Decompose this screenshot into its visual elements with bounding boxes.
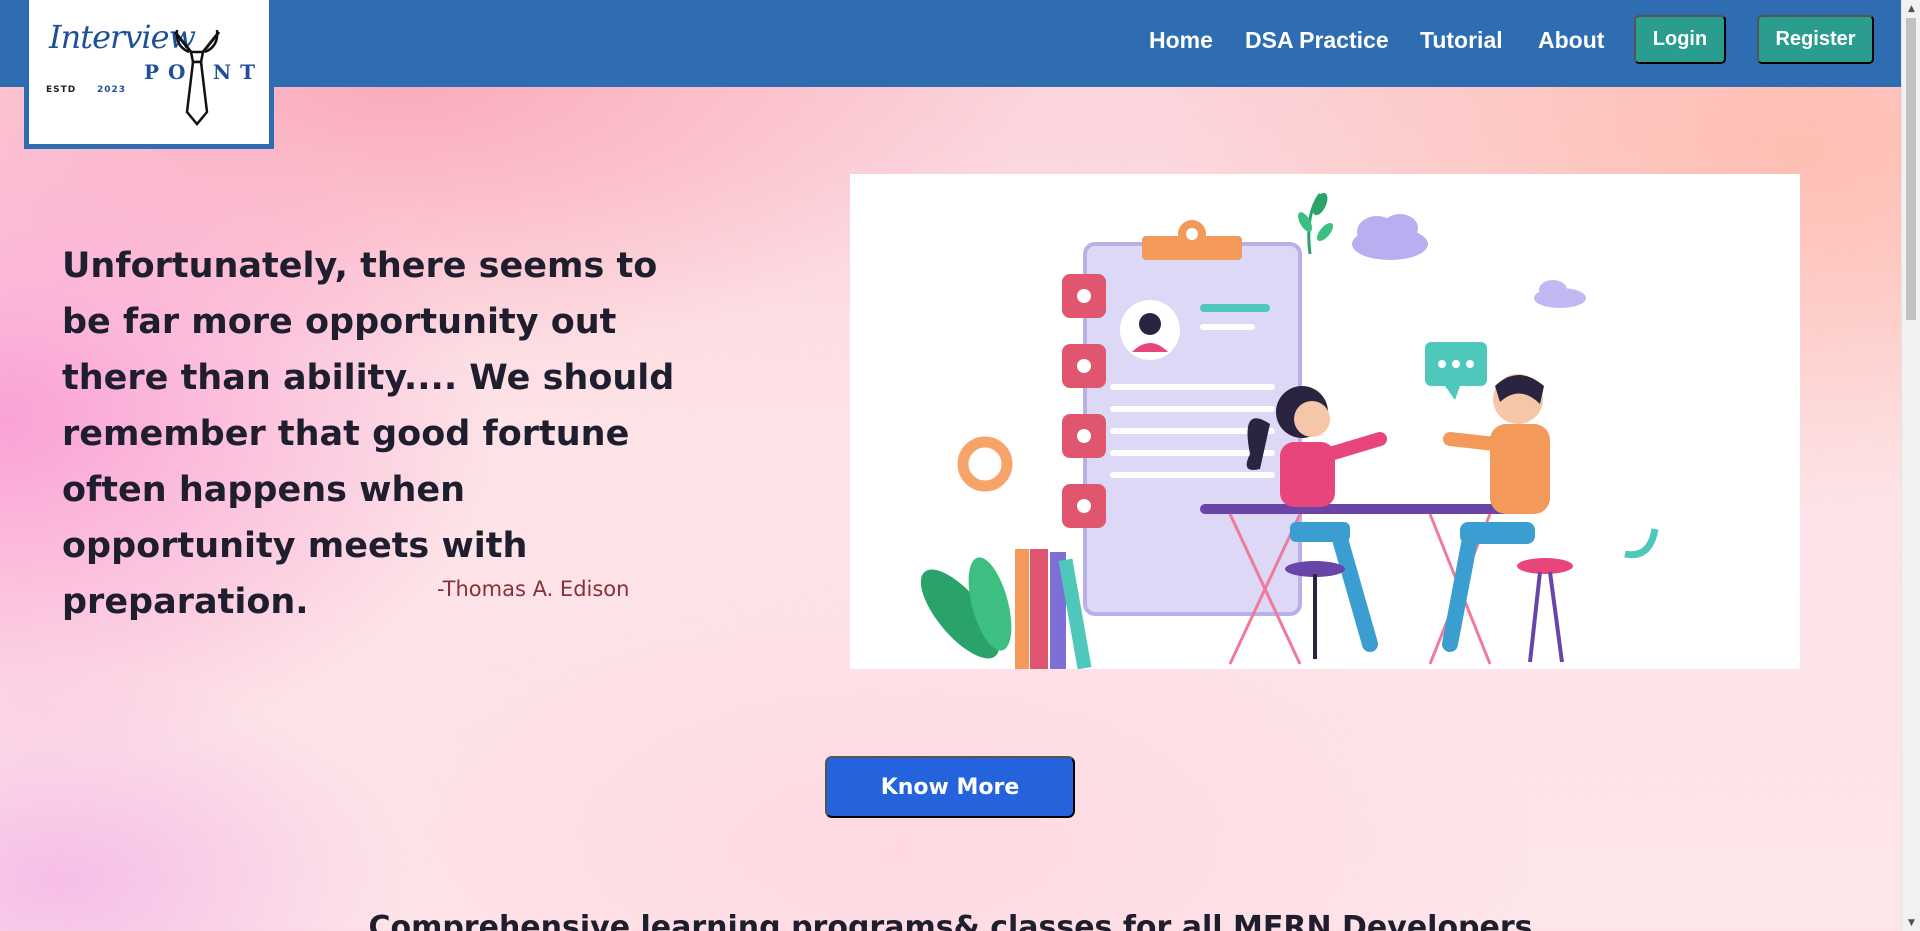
interview-illustration (850, 174, 1800, 670)
scrollbar-thumb[interactable] (1906, 18, 1916, 320)
login-button[interactable]: Login (1634, 15, 1726, 64)
nav-link-about[interactable]: About (1538, 27, 1604, 54)
interview-scene-image (920, 192, 1659, 670)
scroll-down-arrow-icon[interactable]: ▼ (1902, 914, 1920, 931)
hero-quote: Unfortunately, there seems to be far mor… (62, 246, 675, 622)
logo-estd-text: ESTD (46, 85, 77, 95)
nav-link-tutorial[interactable]: Tutorial (1420, 27, 1503, 54)
page-scrollbar[interactable]: ▲ ▼ (1901, 0, 1920, 931)
navbar: Interview POINT ESTD 2023 Home DSA Pract… (0, 0, 1901, 149)
nav-link-home[interactable]: Home (1149, 27, 1213, 54)
programs-section-heading: Comprehensive learning programs& classes… (368, 910, 1533, 931)
nav-link-dsa-practice[interactable]: DSA Practice (1245, 27, 1389, 54)
logo-year-text: 2023 (97, 85, 127, 95)
quote-author: -Thomas A. Edison (437, 577, 630, 601)
register-button[interactable]: Register (1757, 15, 1874, 64)
scroll-up-arrow-icon[interactable]: ▲ (1902, 0, 1920, 17)
know-more-button[interactable]: Know More (825, 756, 1075, 818)
site-logo[interactable]: Interview POINT ESTD 2023 (24, 0, 274, 149)
necktie-icon (173, 29, 221, 126)
